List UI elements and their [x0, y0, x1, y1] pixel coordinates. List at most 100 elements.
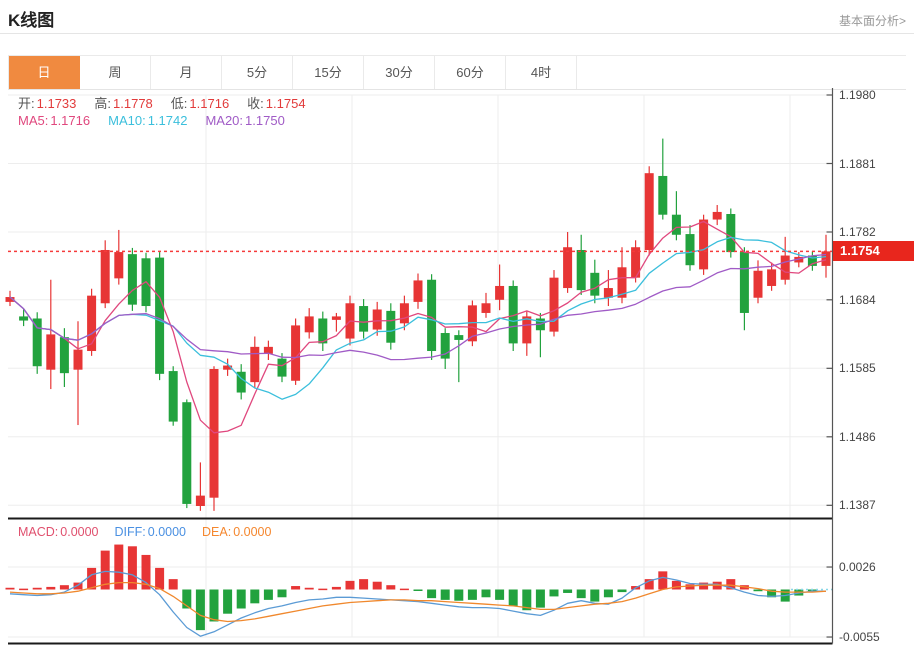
- candle-body: [577, 250, 586, 290]
- macd-bar: [318, 589, 327, 591]
- ma-ma5-label: MA5:: [18, 113, 48, 128]
- candle-body: [414, 280, 423, 301]
- candle-body: [754, 271, 763, 298]
- macd-bar: [46, 587, 55, 590]
- candle-body: [250, 347, 259, 382]
- candle-body: [604, 288, 613, 298]
- macd-diff-value: 0.0000: [148, 525, 186, 539]
- macd-dea-label: DEA:: [202, 525, 231, 539]
- candle-body: [781, 256, 790, 280]
- y-axis-label: 1.1782: [839, 224, 909, 240]
- macd-bar: [482, 590, 491, 598]
- candle-body: [672, 215, 681, 235]
- macd-bar: [74, 583, 83, 590]
- candle-body: [740, 252, 749, 313]
- macd-bar: [196, 590, 205, 631]
- ohlc-info-bar: 开:1.1733 高:1.1778 低: 1.1716 收:1.1754 MA5: 1.17…: [18, 95, 324, 129]
- candle-body: [182, 402, 191, 504]
- macd-bar: [414, 590, 423, 592]
- macd-macd-label: MACD:: [18, 525, 58, 539]
- macd-diff-label: DIFF:: [115, 525, 146, 539]
- candle-body: [699, 220, 708, 270]
- macd-bar: [210, 590, 219, 622]
- ohlc-open-label: 开:: [18, 96, 35, 111]
- candle-body: [114, 252, 123, 278]
- ohlc-high-value: 1.1778: [113, 96, 153, 111]
- y-axis-label: 1.1585: [839, 360, 909, 376]
- macd-bar: [495, 590, 504, 600]
- y-axis-label: 0.0026: [839, 559, 909, 575]
- ohlc-low-label: 低:: [171, 96, 188, 111]
- ohlc-close-label: 收:: [247, 96, 264, 111]
- ohlc-open-value: 1.1733: [37, 96, 77, 111]
- macd-bar: [169, 579, 178, 589]
- candle-body: [101, 250, 110, 303]
- candle-body: [495, 286, 504, 300]
- macd-bar: [237, 590, 246, 609]
- candle-body: [373, 309, 382, 329]
- ohlc-close-value: 1.1754: [266, 96, 306, 111]
- candle-body: [332, 316, 341, 319]
- macd-bar: [658, 571, 667, 589]
- ohlc-high-label: 高:: [94, 96, 111, 111]
- candle-body: [46, 334, 55, 369]
- candle-body: [291, 325, 300, 380]
- macd-bar: [250, 590, 259, 604]
- candle-body: [726, 214, 735, 252]
- y-axis-label: -0.0055: [839, 629, 909, 645]
- macd-bar: [400, 589, 409, 591]
- macd-bar: [278, 590, 287, 598]
- macd-bar: [291, 586, 300, 589]
- candle-body: [482, 303, 491, 313]
- ma-ma20-value: 1.1750: [245, 113, 285, 128]
- candle-body: [400, 303, 409, 323]
- macd-bar: [346, 581, 355, 590]
- ma-ma10-label: MA10:: [108, 113, 146, 128]
- macd-macd-value: 0.0000: [60, 525, 98, 539]
- ma-ma5-value: 1.1716: [50, 113, 90, 128]
- macd-bar: [618, 590, 627, 593]
- macd-bar: [441, 590, 450, 600]
- macd-bar: [604, 590, 613, 598]
- macd-bar: [590, 590, 599, 602]
- candle-body: [386, 311, 395, 343]
- macd-bar: [563, 590, 572, 593]
- macd-bar: [6, 588, 15, 590]
- macd-bar: [332, 587, 341, 590]
- candle-body: [550, 278, 559, 332]
- macd-bar: [305, 588, 314, 590]
- candle-body: [74, 350, 83, 370]
- macd-bar: [672, 581, 681, 590]
- candle-body: [645, 173, 654, 250]
- macd-bar: [87, 568, 96, 590]
- candle-body: [196, 496, 205, 506]
- candle-body: [305, 316, 314, 332]
- y-axis-label: 1.1684: [839, 292, 909, 308]
- y-axis-label: 1.1980: [839, 87, 909, 103]
- ma-ma20-label: MA20:: [205, 113, 243, 128]
- macd-bar: [359, 579, 368, 589]
- candle-body: [686, 234, 695, 265]
- macd-bar: [223, 590, 232, 614]
- macd-bar: [33, 588, 42, 590]
- macd-dea-value: 0.0000: [233, 525, 271, 539]
- candle-body: [563, 247, 572, 288]
- macd-bar: [373, 582, 382, 590]
- candle-body: [454, 335, 463, 340]
- macd-bar: [468, 590, 477, 600]
- macd-bar: [427, 590, 436, 599]
- candle-body: [427, 280, 436, 351]
- y-axis-label: 1.1486: [839, 429, 909, 445]
- macd-bar: [550, 590, 559, 597]
- candle-body: [278, 359, 287, 377]
- candle-body: [169, 371, 178, 422]
- kline-widget: K线图 基本面分析> 日周月5分15分30分60分4时 开:1.1733高:1.…: [0, 0, 914, 649]
- macd-bar: [536, 590, 545, 608]
- candle-body: [522, 316, 531, 343]
- y-axis-label: 1.1387: [839, 497, 909, 513]
- macd-bar: [577, 590, 586, 599]
- candle-body: [128, 254, 137, 305]
- macd-bar: [509, 590, 518, 606]
- candle-body: [33, 318, 42, 366]
- macd-bar: [19, 589, 28, 591]
